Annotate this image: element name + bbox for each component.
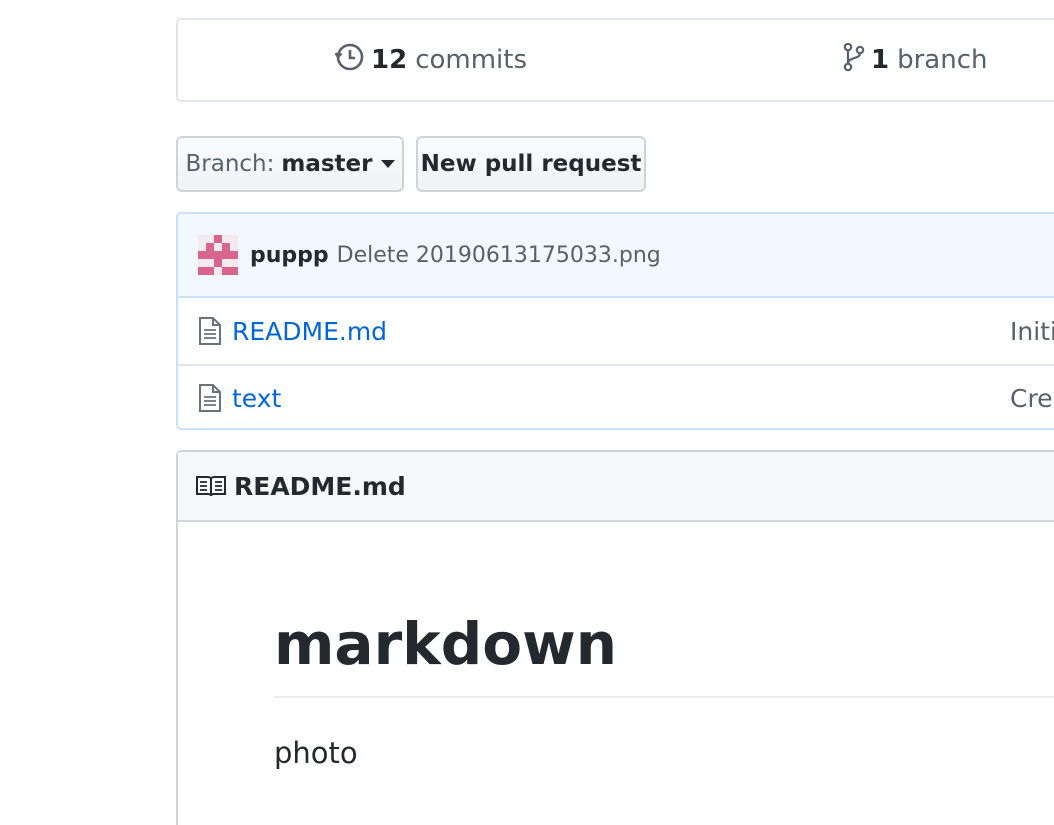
branch-select-prefix: Branch:	[185, 151, 275, 177]
numbers-summary: 12 commits 1 branch	[176, 18, 1054, 102]
branch-count: 1	[871, 45, 890, 75]
readme-header: README.md	[178, 452, 1054, 522]
git-branch-icon	[843, 42, 871, 79]
readme-filename: README.md	[234, 471, 406, 501]
file-navigation: puppp Delete 20190613175033.png README.m…	[176, 212, 1054, 430]
commit-author[interactable]: puppp	[250, 243, 329, 268]
readme-content: markdown photo	[178, 522, 1054, 770]
file-icon	[198, 383, 222, 413]
branches-link[interactable]: 1 branch	[843, 20, 987, 100]
file-row: README.md Initi	[178, 298, 1054, 364]
book-icon	[196, 474, 226, 498]
latest-commit: puppp Delete 20190613175033.png	[178, 214, 1054, 298]
caret-down-icon	[380, 160, 395, 168]
branch-select-button[interactable]: Branch: master	[176, 136, 404, 192]
file-name-link[interactable]: text	[232, 384, 281, 413]
file-commit-message[interactable]: Crea	[1010, 384, 1054, 413]
new-pull-request-label: New pull request	[420, 151, 642, 177]
file-commit-message[interactable]: Initi	[1010, 317, 1054, 346]
commits-link[interactable]: 12 commits	[334, 20, 528, 100]
file-name-link[interactable]: README.md	[232, 317, 387, 346]
avatar[interactable]	[198, 235, 238, 275]
file-row: text Crea	[178, 364, 1054, 428]
readme-heading: markdown	[274, 610, 1054, 698]
new-pull-request-button[interactable]: New pull request	[416, 136, 646, 192]
history-icon	[334, 42, 371, 79]
readme-paragraph: photo	[274, 736, 358, 770]
commit-message[interactable]: Delete 20190613175033.png	[337, 243, 661, 268]
branch-label: branch	[897, 45, 988, 75]
file-icon	[198, 316, 222, 346]
branch-select-value: master	[281, 151, 373, 177]
readme-box: README.md markdown photo	[176, 450, 1054, 825]
commits-count: 12	[371, 45, 408, 75]
repository-page: 12 commits 1 branch Branch: master New p…	[0, 0, 1054, 825]
commits-label: commits	[415, 45, 528, 75]
